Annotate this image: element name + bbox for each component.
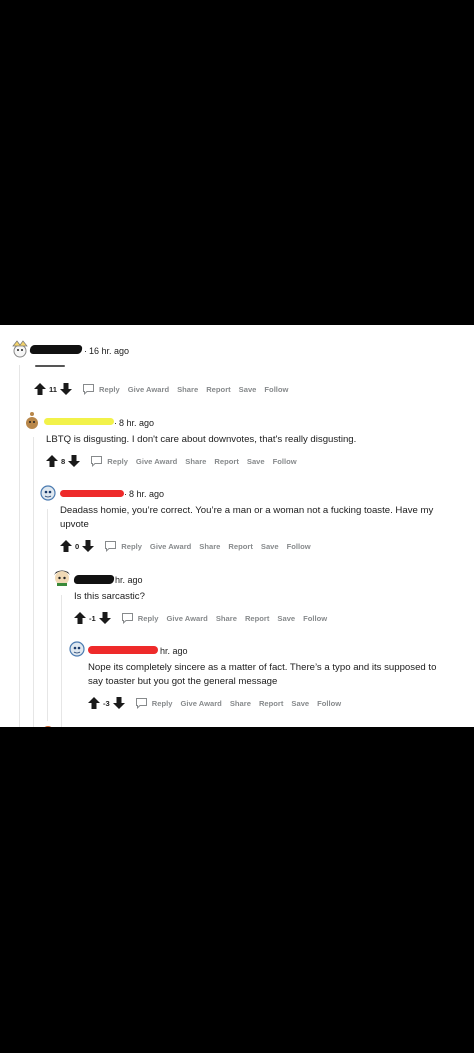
share-button[interactable]: Share: [216, 614, 237, 623]
comment-actions: -1 Reply Give Award Share Report Save Fo…: [74, 611, 335, 625]
report-button[interactable]: Report: [228, 542, 252, 551]
give-award-button[interactable]: Give Award: [166, 614, 207, 623]
avatar-icon[interactable]: [37, 481, 59, 503]
share-button[interactable]: Share: [230, 699, 251, 708]
reply-button[interactable]: Reply: [121, 612, 159, 624]
save-button[interactable]: Save: [239, 385, 257, 394]
save-button[interactable]: Save: [261, 542, 279, 551]
comment-time: 8 hr. ago: [129, 489, 165, 499]
comment-meta: hr. ago: [115, 575, 143, 585]
reply-button[interactable]: Reply: [82, 383, 120, 395]
vote-score: -1: [89, 613, 96, 623]
reply-label: Reply: [121, 541, 142, 551]
redacted-username[interactable]: [73, 575, 115, 584]
follow-button[interactable]: Follow: [264, 385, 288, 394]
vote-score: 8: [61, 456, 66, 466]
comment-actions: 0 Reply Give Award Share Report Save Fol…: [60, 539, 319, 553]
redacted-username[interactable]: [29, 345, 83, 354]
comment-body: Is this sarcastic?: [74, 591, 145, 602]
redacted-username[interactable]: [60, 490, 124, 497]
thread-line[interactable]: [61, 595, 62, 727]
vote-score: -3: [103, 698, 110, 708]
reply-label: Reply: [151, 698, 173, 708]
downvote-arrow-icon[interactable]: [60, 383, 73, 395]
reply-bubble-icon: [135, 698, 147, 709]
comment-meta: · 8 hr. ago: [124, 489, 165, 499]
thread-line[interactable]: [33, 437, 34, 727]
comment-actions: 11 Reply Give Award Share Report Save Fo…: [34, 382, 296, 396]
upvote-arrow-icon[interactable]: [46, 455, 58, 467]
comment-meta: · 8 hr. ago: [114, 418, 155, 428]
reply-label: Reply: [99, 384, 120, 394]
comment-body: Deadass homie, you’re correct. You’re a …: [60, 505, 434, 530]
thread-line[interactable]: [19, 365, 20, 727]
follow-button[interactable]: Follow: [303, 614, 327, 623]
report-button[interactable]: Report: [214, 457, 238, 466]
vote-score: 0: [75, 541, 80, 551]
reply-bubble-icon: [83, 384, 95, 395]
redacted-username[interactable]: [44, 418, 114, 425]
give-award-button[interactable]: Give Award: [128, 385, 169, 394]
comment-time: 8 hr. ago: [119, 418, 155, 428]
comment-meta: hr. ago: [160, 646, 188, 656]
give-award-button[interactable]: Give Award: [150, 542, 191, 551]
share-button[interactable]: Share: [177, 385, 198, 394]
downvote-arrow-icon[interactable]: [98, 612, 111, 624]
save-button[interactable]: Save: [247, 457, 265, 466]
downvote-arrow-icon[interactable]: [112, 697, 125, 709]
avatar-icon[interactable]: [51, 566, 73, 588]
follow-button[interactable]: Follow: [317, 699, 341, 708]
reply-button[interactable]: Reply: [90, 455, 128, 467]
thread-line[interactable]: [47, 509, 48, 727]
reply-bubble-icon: [91, 456, 103, 467]
reply-button[interactable]: Reply: [135, 697, 173, 709]
comment-actions: -3 Reply Give Award Share Report Save Fo…: [88, 696, 349, 710]
upvote-arrow-icon[interactable]: [74, 612, 86, 624]
comment-time: hr. ago: [115, 575, 143, 585]
comment-time: 16 hr. ago: [89, 346, 130, 356]
report-button[interactable]: Report: [206, 385, 230, 394]
reply-bubble-icon: [105, 541, 117, 552]
give-award-button[interactable]: Give Award: [180, 699, 221, 708]
avatar-icon[interactable]: [66, 637, 88, 659]
reply-label: Reply: [107, 456, 128, 466]
avatar-icon[interactable]: [9, 338, 31, 360]
follow-button[interactable]: Follow: [287, 542, 311, 551]
comment-thread-panel: · 16 hr. ago 11 Reply Give Award Share Re…: [0, 325, 474, 727]
avatar-icon[interactable]: [37, 721, 59, 727]
comment-body: Nope its completely sincere as a matter …: [88, 662, 437, 687]
redacted-flair: [35, 365, 65, 367]
save-button[interactable]: Save: [277, 614, 295, 623]
comment-time: hr. ago: [160, 646, 188, 656]
save-button[interactable]: Save: [291, 699, 309, 708]
upvote-arrow-icon[interactable]: [34, 383, 46, 395]
upvote-arrow-icon[interactable]: [88, 697, 100, 709]
report-button[interactable]: Report: [245, 614, 269, 623]
comment-actions: 8 Reply Give Award Share Report Save Fol…: [46, 454, 305, 468]
comment-meta: · 16 hr. ago: [84, 346, 130, 356]
downvote-arrow-icon[interactable]: [82, 540, 95, 552]
avatar-icon[interactable]: [21, 410, 43, 432]
share-button[interactable]: Share: [185, 457, 206, 466]
report-button[interactable]: Report: [259, 699, 283, 708]
comment-body: LBTQ is disgusting. I don't care about d…: [46, 434, 357, 445]
reply-label: Reply: [137, 613, 159, 623]
reply-button[interactable]: Reply: [104, 540, 142, 552]
give-award-button[interactable]: Give Award: [136, 457, 177, 466]
upvote-arrow-icon[interactable]: [60, 540, 72, 552]
reply-bubble-icon: [121, 613, 133, 624]
follow-button[interactable]: Follow: [273, 457, 297, 466]
redacted-username[interactable]: [88, 646, 158, 654]
vote-score: 11: [49, 384, 58, 394]
downvote-arrow-icon[interactable]: [68, 455, 81, 467]
share-button[interactable]: Share: [199, 542, 220, 551]
